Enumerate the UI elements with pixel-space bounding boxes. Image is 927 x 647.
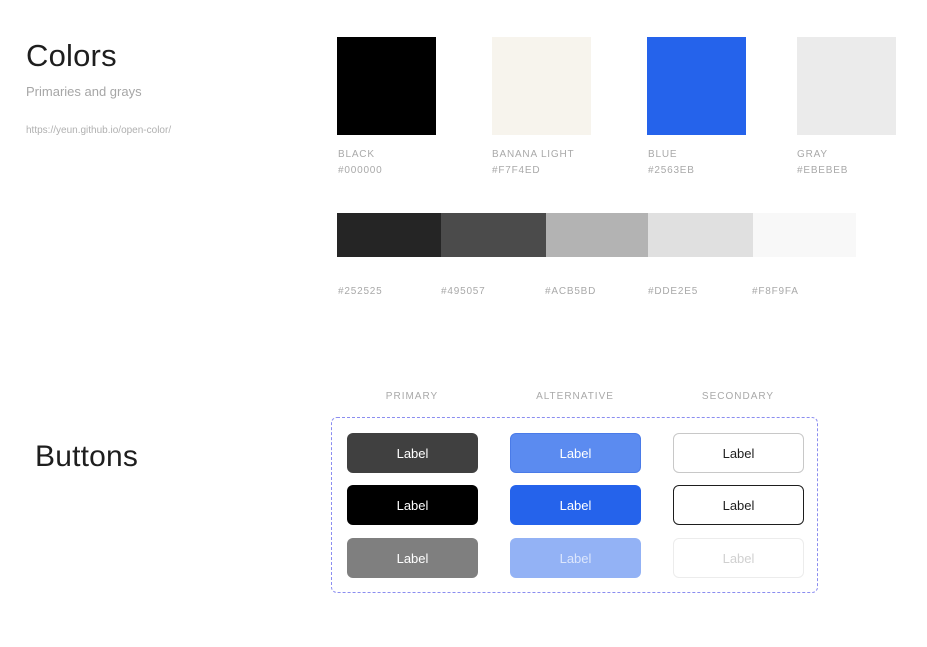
gray-swatch-3 [546, 213, 648, 257]
swatch-name-gray: GRAY [797, 149, 828, 160]
swatch-hex-black: #000000 [338, 165, 383, 176]
alternative-button-disabled[interactable]: Label [510, 538, 641, 578]
swatch-hex-gray: #EBEBEB [797, 165, 849, 176]
gray-swatch-1 [337, 213, 441, 257]
buttons-title: Buttons [35, 440, 139, 473]
swatch-black [337, 37, 436, 135]
swatch-blue [647, 37, 746, 135]
gray-swatch-2 [441, 213, 546, 257]
gray-hex-4: #DDE2E5 [648, 286, 699, 297]
gray-hex-1: #252525 [338, 286, 383, 297]
primary-button-default[interactable]: Label [347, 433, 478, 473]
secondary-button-default[interactable]: Label [673, 433, 804, 473]
alternative-button-default[interactable]: Label [510, 433, 641, 473]
swatch-hex-banana-light: #F7F4ED [492, 165, 541, 176]
gray-scale-strip [337, 213, 856, 257]
swatch-hex-blue: #2563EB [648, 165, 695, 176]
swatch-gray [797, 37, 896, 135]
open-color-link[interactable]: https://yeun.github.io/open-color/ [26, 125, 171, 136]
swatch-name-blue: BLUE [648, 149, 678, 160]
column-header-secondary: SECONDARY [701, 391, 775, 402]
secondary-button-disabled[interactable]: Label [673, 538, 804, 578]
alternative-button-hover[interactable]: Label [510, 485, 641, 525]
secondary-button-hover[interactable]: Label [673, 485, 804, 525]
gray-hex-5: #F8F9FA [752, 286, 799, 297]
primary-button-disabled[interactable]: Label [347, 538, 478, 578]
gray-hex-3: #ACB5BD [545, 286, 597, 297]
gray-swatch-5 [753, 213, 856, 257]
primary-button-hover[interactable]: Label [347, 485, 478, 525]
swatch-banana-light [492, 37, 591, 135]
column-header-alternative: ALTERNATIVE [536, 391, 614, 402]
swatch-name-black: BLACK [338, 149, 375, 160]
column-header-primary: PRIMARY [385, 391, 439, 402]
colors-subtitle: Primaries and grays [26, 84, 142, 99]
swatch-name-banana-light: BANANA LIGHT [492, 149, 575, 160]
gray-swatch-4 [648, 213, 753, 257]
gray-hex-2: #495057 [441, 286, 486, 297]
colors-title: Colors [26, 38, 117, 73]
